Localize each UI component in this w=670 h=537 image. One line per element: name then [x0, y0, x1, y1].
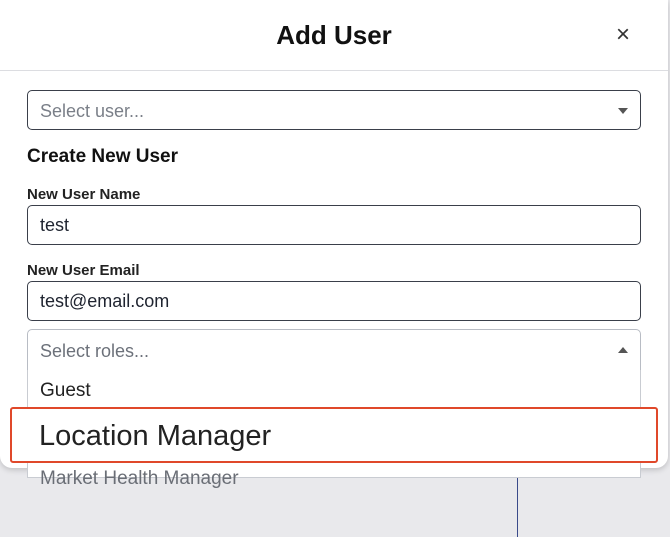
role-option-location-manager[interactable]: Location Manager — [10, 407, 658, 463]
new-user-email-input[interactable] — [27, 281, 641, 321]
close-icon[interactable]: × — [616, 22, 630, 48]
role-option-market-health-manager[interactable]: Market Health Manager — [40, 468, 239, 490]
role-option-location-manager-label: Location Manager — [39, 420, 272, 452]
select-roles-placeholder: Select roles... — [40, 341, 150, 361]
modal-title: Add User — [276, 20, 392, 50]
new-user-name-input[interactable] — [27, 205, 641, 245]
select-user-placeholder: Select user... — [40, 101, 145, 121]
create-new-user-heading: Create New User — [27, 146, 179, 167]
new-user-email-label: New User Email — [27, 262, 140, 279]
backdrop-divider — [517, 478, 518, 537]
new-user-name-label: New User Name — [27, 186, 141, 203]
chevron-down-icon — [618, 108, 628, 114]
select-user-dropdown[interactable]: Select user... — [27, 90, 641, 130]
modal-header: Add User × — [0, 0, 668, 71]
chevron-up-icon — [618, 347, 628, 353]
select-roles-dropdown[interactable]: Select roles... — [27, 329, 641, 371]
role-option-guest[interactable]: Guest — [40, 380, 91, 402]
